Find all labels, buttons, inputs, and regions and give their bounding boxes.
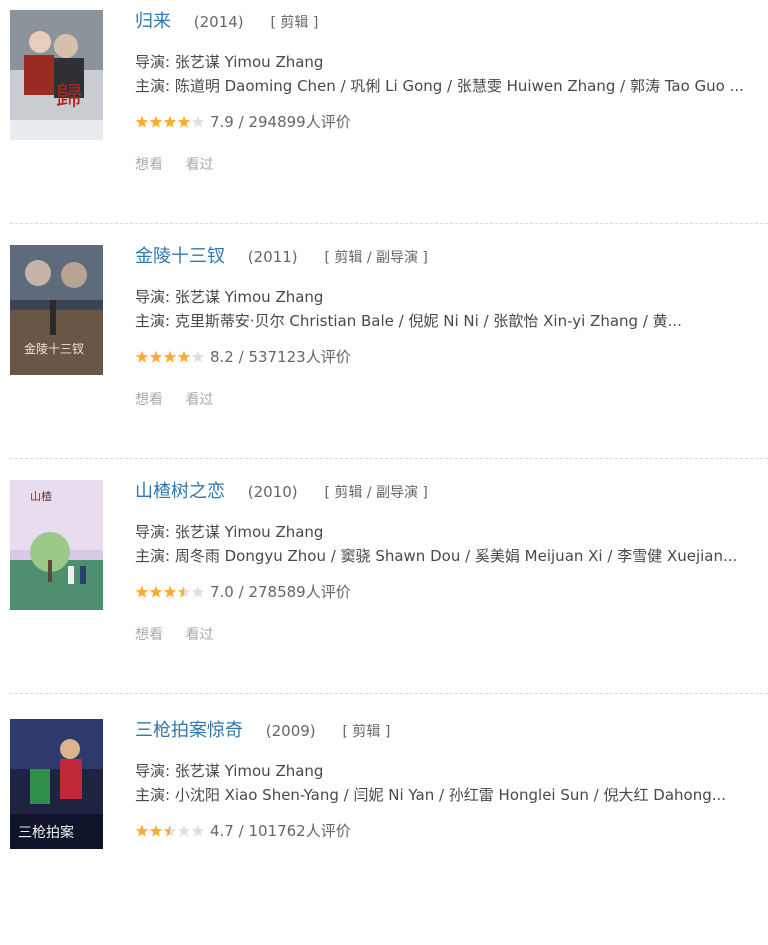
rating-text: 8.2 / 537123人评价 <box>210 348 351 366</box>
divider <box>10 458 768 459</box>
star-icon <box>135 350 149 363</box>
movie-title-link[interactable]: 金陵十三钗 <box>135 246 225 267</box>
star-icon <box>149 585 163 598</box>
star-icon <box>177 824 191 837</box>
star-icon <box>191 350 205 363</box>
movie-director: 导演: 张艺谋 Yimou Zhang <box>135 762 324 780</box>
movie-title-link[interactable]: 归来 <box>135 11 171 32</box>
rating-text: 7.0 / 278589人评价 <box>210 583 351 601</box>
movie-cast: 主演: 陈道明 Daoming Chen / 巩俐 Li Gong / 张慧雯 … <box>135 77 744 95</box>
movie-role: [ 剪辑 ] <box>270 15 319 31</box>
movie-cast: 主演: 克里斯蒂安·贝尔 Christian Bale / 倪妮 Ni Ni /… <box>135 312 682 330</box>
star-icon <box>149 115 163 128</box>
movie-role: [ 剪辑 / 副导演 ] <box>324 250 428 266</box>
rating-stars <box>135 584 205 598</box>
movie-title-link[interactable]: 三枪拍案惊奇 <box>135 720 243 741</box>
want-to-watch-button[interactable]: 想看 <box>135 627 163 643</box>
watched-button[interactable]: 看过 <box>185 157 213 173</box>
watched-button[interactable]: 看过 <box>185 392 213 408</box>
star-icon <box>149 350 163 363</box>
movie-role: [ 剪辑 / 副导演 ] <box>324 485 428 501</box>
movie-item: 山楂 山楂树之恋 (2010) [ 剪辑 / 副导演 ] 导演: 张艺谋 Yim… <box>0 470 768 706</box>
movie-poster[interactable]: 山楂 <box>10 480 103 610</box>
movie-item: 三枪拍案 三枪拍案惊奇 (2009) [ 剪辑 ] 导演: 张艺谋 Yimou … <box>0 709 768 945</box>
svg-text:山楂: 山楂 <box>30 489 52 503</box>
movie-title-link[interactable]: 山楂树之恋 <box>135 481 225 502</box>
star-icon <box>177 585 191 598</box>
star-icon <box>163 350 177 363</box>
movie-poster[interactable]: 金陵十三钗 <box>10 245 103 375</box>
movie-year: (2009) <box>265 722 316 740</box>
movie-cast: 主演: 周冬雨 Dongyu Zhou / 窦骁 Shawn Dou / 奚美娟… <box>135 547 738 565</box>
star-icon <box>135 115 149 128</box>
star-icon <box>177 115 191 128</box>
divider <box>10 693 768 694</box>
movie-director: 导演: 张艺谋 Yimou Zhang <box>135 53 324 71</box>
movie-director: 导演: 张艺谋 Yimou Zhang <box>135 288 324 306</box>
want-to-watch-button[interactable]: 想看 <box>135 157 163 173</box>
star-icon <box>191 824 205 837</box>
rating-stars <box>135 114 205 128</box>
movie-item: 歸 归来 (2014) [ 剪辑 ] 导演: 张艺谋 Yimou Zhang 主… <box>0 0 768 236</box>
star-icon <box>135 824 149 837</box>
movie-year: (2011) <box>247 248 298 266</box>
star-icon <box>135 585 149 598</box>
watched-button[interactable]: 看过 <box>185 627 213 643</box>
movie-director: 导演: 张艺谋 Yimou Zhang <box>135 523 324 541</box>
movie-year: (2010) <box>247 483 298 501</box>
rating-text: 4.7 / 101762人评价 <box>210 822 351 840</box>
rating-text: 7.9 / 294899人评价 <box>210 113 351 131</box>
movie-item: 金陵十三钗 金陵十三钗 (2011) [ 剪辑 / 副导演 ] 导演: 张艺谋 … <box>0 235 768 471</box>
want-to-watch-button[interactable]: 想看 <box>135 392 163 408</box>
star-icon <box>191 585 205 598</box>
star-icon <box>163 824 177 837</box>
rating-stars <box>135 823 205 837</box>
rating-stars <box>135 349 205 363</box>
svg-text:歸: 歸 <box>56 82 82 112</box>
divider <box>10 223 768 224</box>
star-icon <box>163 115 177 128</box>
svg-text:金陵十三钗: 金陵十三钗 <box>24 341 84 356</box>
star-icon <box>191 115 205 128</box>
star-icon <box>177 350 191 363</box>
movie-list: 歸 归来 (2014) [ 剪辑 ] 导演: 张艺谋 Yimou Zhang 主… <box>0 0 768 871</box>
star-icon <box>163 585 177 598</box>
movie-cast: 主演: 小沈阳 Xiao Shen-Yang / 闫妮 Ni Yan / 孙红雷… <box>135 786 727 804</box>
movie-poster[interactable]: 三枪拍案 <box>10 719 103 849</box>
movie-poster[interactable]: 歸 <box>10 10 103 140</box>
movie-year: (2014) <box>193 13 244 31</box>
svg-text:三枪拍案: 三枪拍案 <box>18 824 74 841</box>
movie-role: [ 剪辑 ] <box>342 724 391 740</box>
star-icon <box>149 824 163 837</box>
